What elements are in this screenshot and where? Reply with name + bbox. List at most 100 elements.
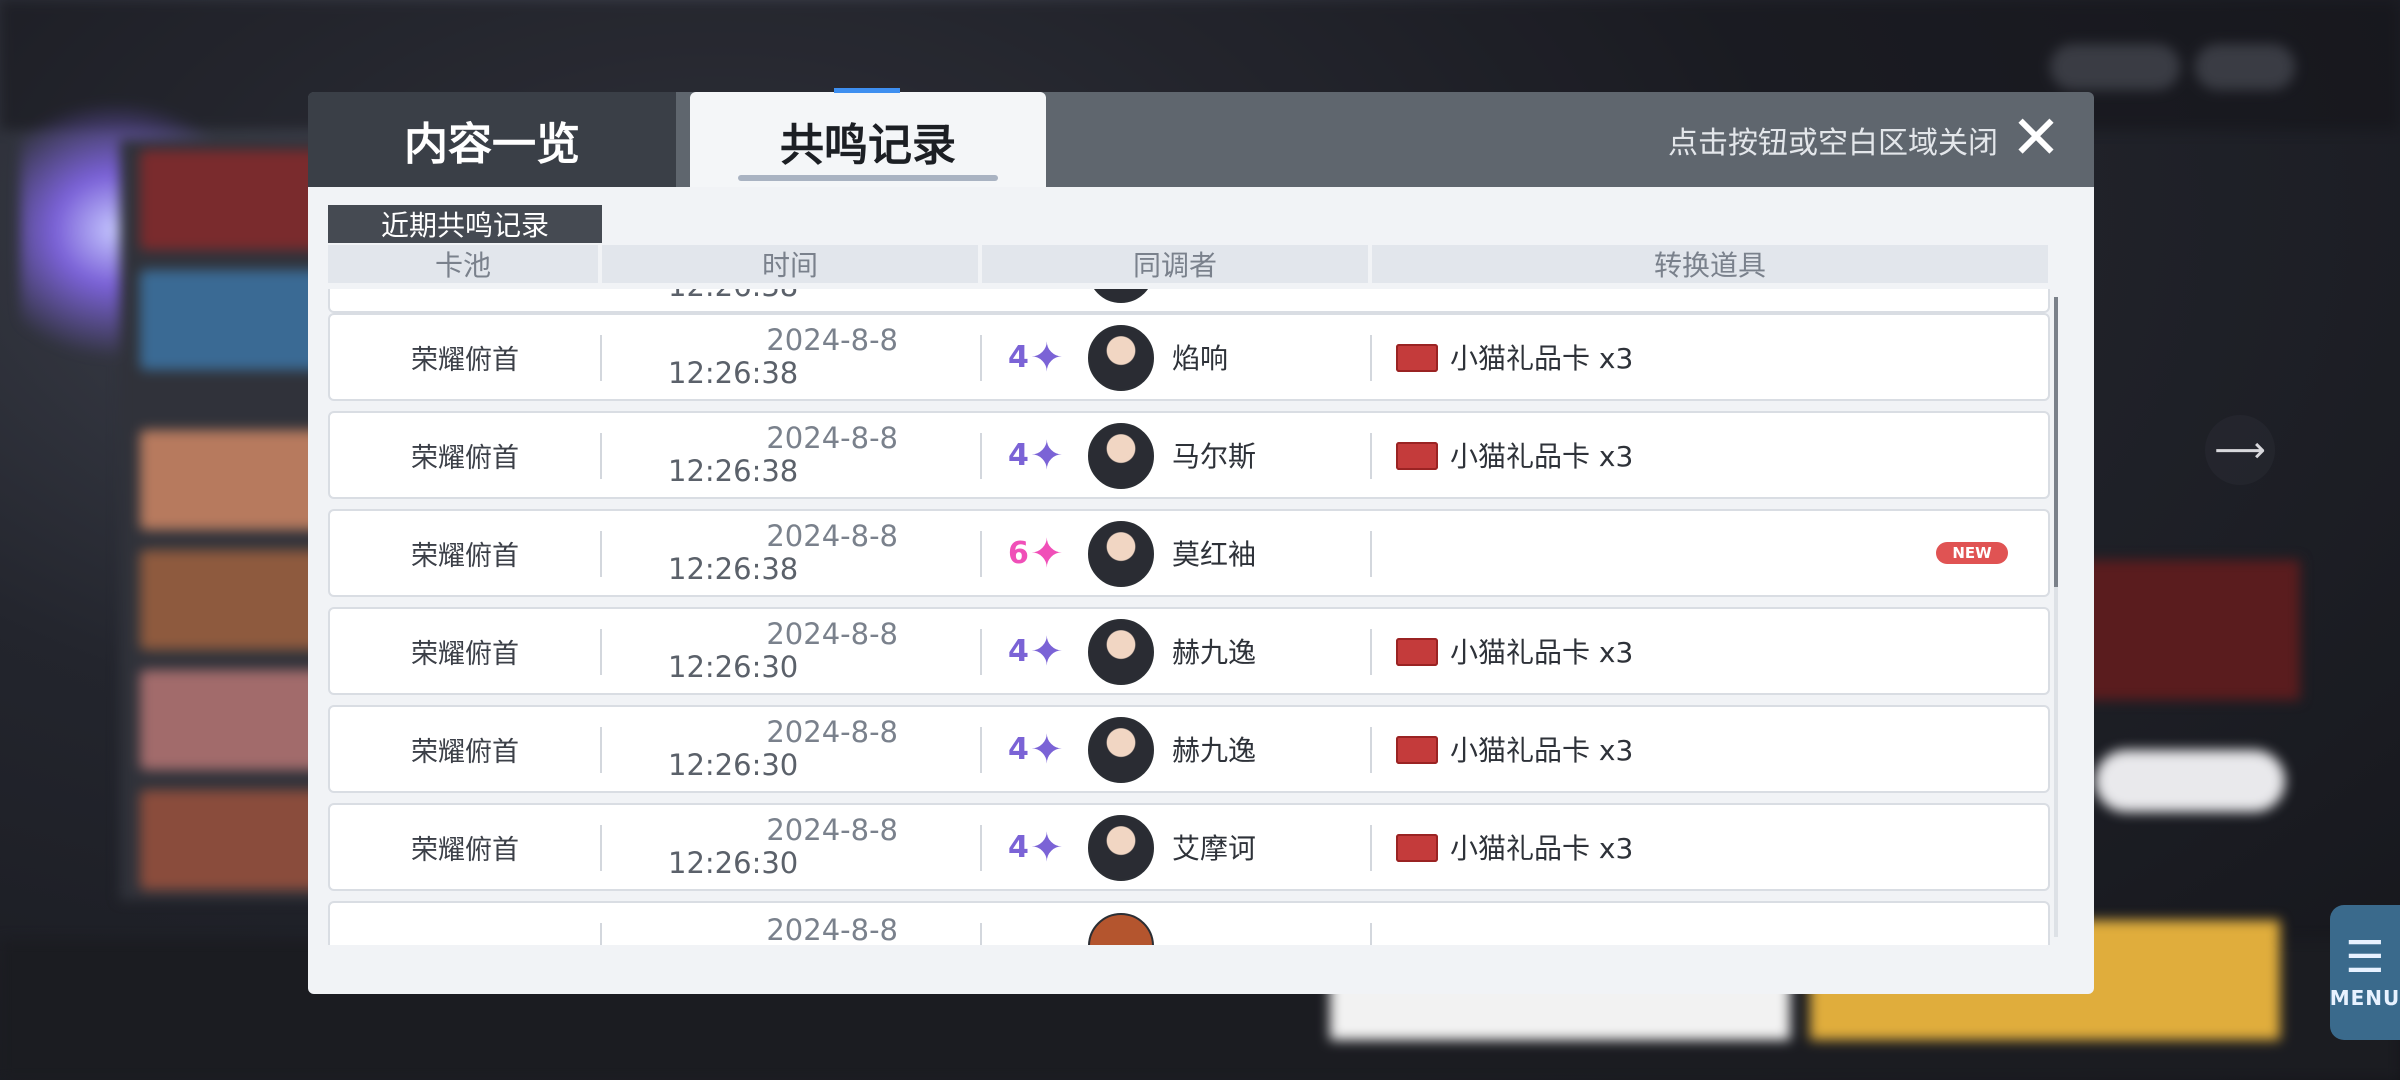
divider [1370,727,1372,773]
time-cell: 12:26:38 [602,289,942,311]
divider [980,825,982,871]
divider [980,433,982,479]
time-value: 12:26:30 [668,748,799,782]
time-cell: 2024-8-8 12:26:38 [602,315,942,399]
close-icon[interactable]: ✕ [2008,108,2064,168]
divider [1370,923,1372,945]
resonator-name: 马尔斯 [1172,440,1257,473]
resonator-avatar [1088,815,1154,881]
resonator-name: 艾摩诃 [1172,832,1257,865]
divider [980,727,982,773]
table-row: 荣耀俯首 2024-8-8 12:26:38 6 ✦ 莫红袖 NEW [328,509,2050,597]
header-resonator: 同调者 [982,245,1368,283]
gift-card-icon [1396,638,1438,666]
menu-button[interactable]: ☰ MENU [2330,905,2400,1040]
share-icon[interactable]: ⟶ [2205,415,2275,485]
table-row: 荣耀俯首 2024-8-8 12:26:38 4 ✦ 焰响 小猫礼品卡 x3 [328,313,2050,401]
scrollbar-thumb[interactable] [2054,297,2058,587]
table-row: 2024-8-8 [328,901,2050,945]
pool-name: 荣耀俯首 [411,540,519,572]
time-cell: 2024-8-8 12:26:38 [602,413,942,497]
time-cell: 2024-8-8 [602,903,942,945]
top-pill [2195,44,2295,90]
new-badge: NEW [1936,542,2008,564]
divider [980,923,982,945]
resonator-avatar [1088,423,1154,489]
table-row: 荣耀俯首 2024-8-8 12:26:30 4 ✦ 赫九逸 小猫礼品卡 x3 [328,705,2050,793]
date-value: 2024-8-8 [766,323,898,357]
gift-card-icon [1396,344,1438,372]
item-name: 小猫礼品卡 x3 [1450,342,1634,375]
star-icon: ✦ [1030,531,1064,577]
date-value: 2024-8-8 [766,912,898,945]
table-row: 荣耀俯首 2024-8-8 12:26:30 4 ✦ 赫九逸 小猫礼品卡 x3 [328,607,2050,695]
date-value: 2024-8-8 [766,421,898,455]
date-value: 2024-8-8 [766,813,898,847]
date-value: 2024-8-8 [766,519,898,553]
table-row: 荣耀俯首 2024-8-8 12:26:30 4 ✦ 艾摩诃 小猫礼品卡 x3 [328,803,2050,891]
resonator-name: 赫九逸 [1172,636,1257,669]
resonator-avatar [1088,717,1154,783]
divider [1370,629,1372,675]
star-icon: ✦ [1030,825,1064,871]
date-value: 2024-8-8 [766,715,898,749]
divider [1370,335,1372,381]
pool-name: 荣耀俯首 [411,638,519,670]
resonator-avatar [1088,521,1154,587]
menu-label: MENU [2329,985,2400,1010]
menu-icon: ☰ [2345,931,2385,983]
time-cell: 2024-8-8 12:26:30 [602,707,942,791]
top-pill [2050,44,2180,90]
item-name: 小猫礼品卡 x3 [1450,832,1634,865]
table-row: 12:26:38 [328,289,2050,313]
resonator-avatar [1088,913,1154,945]
time-value: 12:26:30 [668,650,799,684]
divider [980,335,982,381]
date-value: 2024-8-8 [766,617,898,651]
divider [1370,825,1372,871]
records-list[interactable]: 12:26:38 荣耀俯首 2024-8-8 12:26:38 4 ✦ 焰响 [328,289,2050,945]
divider [1370,531,1372,577]
tab-indicator [834,88,900,93]
time-value: 12:26:38 [668,289,798,303]
pool-name: 荣耀俯首 [411,442,519,474]
dialog-body: 近期共鸣记录 卡池 时间 同调者 转换道具 12:26:38 荣耀俯首 2024… [308,187,2094,994]
item-name: 小猫礼品卡 x3 [1450,636,1634,669]
time-value: 12:26:38 [668,552,799,586]
tab-content-overview[interactable]: 内容一览 [308,92,676,187]
pool-name: 荣耀俯首 [411,736,519,768]
time-cell: 2024-8-8 12:26:38 [602,511,942,595]
pool-name: 荣耀俯首 [411,344,519,376]
resonator-name: 赫九逸 [1172,734,1257,767]
item-name: 小猫礼品卡 x3 [1450,734,1634,767]
resonator-avatar [1088,619,1154,685]
divider [980,629,982,675]
header-time: 时间 [602,245,978,283]
time-value: 12:26:38 [668,356,799,390]
scrollbar[interactable] [2054,297,2058,937]
tab-label: 共鸣记录 [780,119,956,171]
gift-card-icon [1396,442,1438,470]
resonator-avatar [1088,289,1154,303]
section-title: 近期共鸣记录 [328,205,602,243]
tab-resonance-record[interactable]: 共鸣记录 [690,88,1046,189]
item-name: 小猫礼品卡 x3 [1450,440,1634,473]
gift-card-icon [1396,834,1438,862]
table-header: 卡池 时间 同调者 转换道具 [328,245,2048,283]
header-pool: 卡池 [328,245,598,283]
table-row: 荣耀俯首 2024-8-8 12:26:38 4 ✦ 马尔斯 小猫礼品卡 x3 [328,411,2050,499]
divider [980,531,982,577]
resonance-record-dialog: 内容一览 共鸣记录 点击按钮或空白区域关闭 ✕ 近期共鸣记录 卡池 时间 同调者… [308,88,2094,994]
star-icon: ✦ [1030,335,1064,381]
star-icon: ✦ [1030,727,1064,773]
close-hint[interactable]: 点击按钮或空白区域关闭 [1668,92,1998,187]
tab-underline [738,175,998,181]
time-value: 12:26:30 [668,846,799,880]
resonator-avatar [1088,325,1154,391]
tab-bar: 内容一览 共鸣记录 点击按钮或空白区域关闭 ✕ [308,88,2094,189]
pool-name: 荣耀俯首 [411,834,519,866]
time-cell: 2024-8-8 12:26:30 [602,609,942,693]
banner-art [2080,560,2300,700]
background-button [2095,750,2285,812]
divider [1370,433,1372,479]
